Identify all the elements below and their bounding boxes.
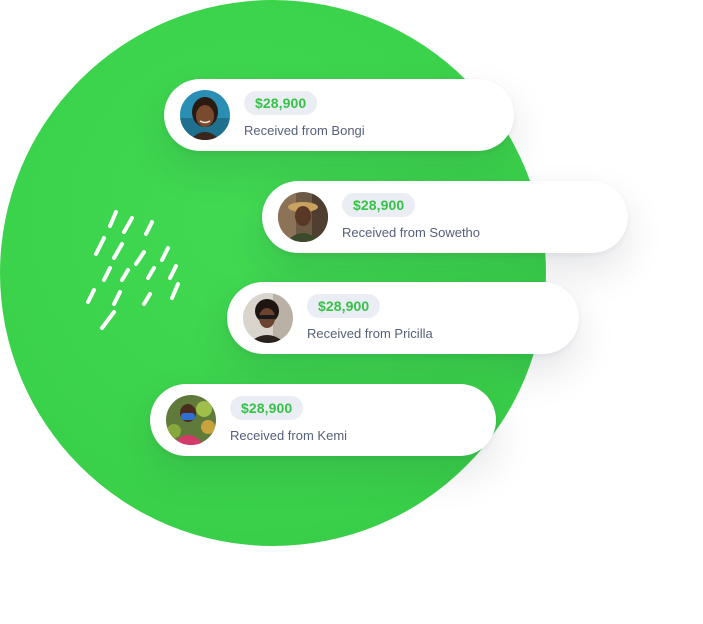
amount-badge: $28,900 (244, 91, 318, 115)
avatar-photo (166, 395, 216, 445)
transaction-card[interactable]: $28,900 Received from Bongi (164, 79, 514, 151)
payments-illustration: $28,900 Received from Bongi $28,900 Rece… (0, 0, 703, 624)
amount-badge: $28,900 (307, 294, 381, 318)
avatar (166, 395, 216, 445)
transaction-label: Received from Kemi (230, 428, 348, 443)
amount-badge: $28,900 (230, 396, 304, 420)
amount-badge: $28,900 (342, 193, 416, 217)
avatar-photo (243, 293, 293, 343)
transaction-card[interactable]: $28,900 Received from Sowetho (262, 181, 628, 253)
avatar-photo (278, 192, 328, 242)
transaction-label: Received from Bongi (244, 123, 365, 138)
transaction-label: Received from Sowetho (342, 225, 481, 240)
avatar (180, 90, 230, 140)
transaction-card[interactable]: $28,900 Received from Kemi (150, 384, 496, 456)
transaction-card[interactable]: $28,900 Received from Pricilla (227, 282, 579, 354)
transaction-label: Received from Pricilla (307, 326, 433, 341)
brush-strokes-icon (86, 210, 180, 330)
avatar (243, 293, 293, 343)
avatar (278, 192, 328, 242)
avatar-photo (180, 90, 230, 140)
